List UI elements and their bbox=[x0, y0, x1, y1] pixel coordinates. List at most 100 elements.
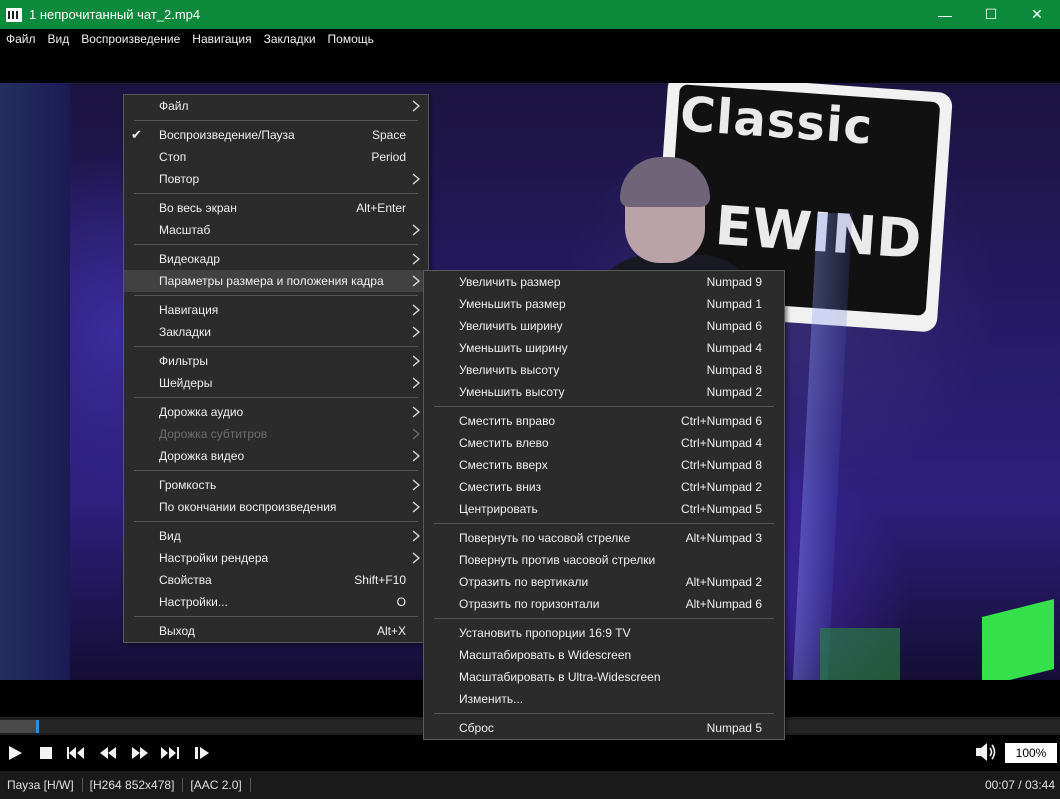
context-menu-item[interactable]: Навигация bbox=[124, 299, 428, 321]
submenu-item[interactable]: Установить пропорции 16:9 TV bbox=[424, 622, 784, 644]
minimize-button[interactable]: — bbox=[922, 0, 968, 29]
context-menu-separator bbox=[134, 244, 418, 245]
menu-navigation[interactable]: Навигация bbox=[186, 32, 257, 46]
context-menu-item[interactable]: Масштаб bbox=[124, 219, 428, 241]
context-menu-item[interactable]: Параметры размера и положения кадра bbox=[124, 270, 428, 292]
app-icon bbox=[6, 7, 22, 22]
context-menu-item[interactable]: Шейдеры bbox=[124, 372, 428, 394]
context-menu-item[interactable]: Дорожка видео bbox=[124, 445, 428, 467]
submenu-item[interactable]: Повернуть по часовой стрелке Alt+Numpad 3 bbox=[424, 527, 784, 549]
submenu-item[interactable]: Масштабировать в Widescreen bbox=[424, 644, 784, 666]
context-menu-item-label: Закладки bbox=[159, 325, 211, 339]
menu-file[interactable]: Файл bbox=[0, 32, 42, 46]
submenu-item-label: Повернуть против часовой стрелки bbox=[459, 553, 656, 567]
context-menu-item-shortcut: O bbox=[396, 595, 406, 609]
submenu-item-label: Центрировать bbox=[459, 502, 538, 516]
submenu-item[interactable]: Увеличить ширину Numpad 6 bbox=[424, 315, 784, 337]
previous-icon bbox=[67, 747, 84, 759]
submenu-item-label: Масштабировать в Ultra-Widescreen bbox=[459, 670, 661, 684]
context-menu-item[interactable]: Фильтры bbox=[124, 350, 428, 372]
submenu-arrow-icon bbox=[412, 253, 420, 265]
submenu-arrow-icon bbox=[412, 275, 420, 287]
submenu-item[interactable]: Сместить вниз Ctrl+Numpad 2 bbox=[424, 476, 784, 498]
menu-help[interactable]: Помощь bbox=[322, 32, 380, 46]
submenu-item[interactable]: Изменить... bbox=[424, 688, 784, 710]
submenu-arrow-icon bbox=[412, 100, 420, 112]
zoom-level[interactable]: 100% bbox=[1005, 743, 1057, 763]
context-menu-item[interactable]: Вид bbox=[124, 525, 428, 547]
context-menu-item[interactable]: Повтор bbox=[124, 168, 428, 190]
rewind-icon bbox=[100, 747, 116, 759]
submenu-item-label: Уменьшить ширину bbox=[459, 341, 568, 355]
frame-step-button[interactable] bbox=[192, 743, 212, 763]
submenu-item[interactable]: Повернуть против часовой стрелки bbox=[424, 549, 784, 571]
context-menu-item[interactable]: ✔ Воспроизведение/Пауза Space bbox=[124, 124, 428, 146]
status-time: 00:07 / 03:44 bbox=[984, 778, 1055, 792]
submenu-item-label: Установить пропорции 16:9 TV bbox=[459, 626, 631, 640]
next-icon bbox=[161, 747, 179, 759]
maximize-button[interactable]: ☐ bbox=[968, 0, 1014, 29]
stop-button[interactable] bbox=[36, 743, 56, 763]
fast-forward-button[interactable] bbox=[130, 743, 150, 763]
context-menu-item[interactable]: Настройки... O bbox=[124, 591, 428, 613]
next-button[interactable] bbox=[160, 743, 180, 763]
context-menu-item[interactable]: Дорожка аудио bbox=[124, 401, 428, 423]
submenu-arrow-icon bbox=[412, 355, 420, 367]
submenu-arrow-icon bbox=[412, 304, 420, 316]
submenu-item-shortcut: Ctrl+Numpad 8 bbox=[680, 458, 762, 472]
submenu-item-label: Уменьшить размер bbox=[459, 297, 566, 311]
play-button[interactable] bbox=[5, 743, 25, 763]
menu-view[interactable]: Вид bbox=[42, 32, 76, 46]
context-menu-separator bbox=[134, 616, 418, 617]
context-menu-item-label: Дорожка аудио bbox=[159, 405, 244, 419]
status-state: Пауза [H/W] bbox=[7, 778, 74, 792]
submenu-arrow-icon bbox=[412, 406, 420, 418]
context-menu-item-label: Настройки... bbox=[159, 595, 228, 609]
volume-icon[interactable] bbox=[974, 741, 998, 763]
context-menu-item[interactable]: Выход Alt+X bbox=[124, 620, 428, 642]
submenu-item-shortcut: Alt+Numpad 6 bbox=[685, 597, 762, 611]
submenu-item[interactable]: Сместить вправо Ctrl+Numpad 6 bbox=[424, 410, 784, 432]
submenu-item[interactable]: Центрировать Ctrl+Numpad 5 bbox=[424, 498, 784, 520]
submenu-item-label: Отразить по вертикали bbox=[459, 575, 589, 589]
submenu-item[interactable]: Увеличить высоту Numpad 8 bbox=[424, 359, 784, 381]
submenu-item-label: Масштабировать в Widescreen bbox=[459, 648, 632, 662]
submenu-item[interactable]: Сместить влево Ctrl+Numpad 4 bbox=[424, 432, 784, 454]
rewind-button[interactable] bbox=[98, 743, 118, 763]
context-menu-item[interactable]: По окончании воспроизведения bbox=[124, 496, 428, 518]
menu-playback[interactable]: Воспроизведение bbox=[75, 32, 186, 46]
submenu-item[interactable]: Увеличить размер Numpad 9 bbox=[424, 271, 784, 293]
context-menu-separator bbox=[134, 346, 418, 347]
context-menu-item-label: Параметры размера и положения кадра bbox=[159, 274, 384, 288]
context-menu-item[interactable]: Видеокадр bbox=[124, 248, 428, 270]
context-menu-item[interactable]: Свойства Shift+F10 bbox=[124, 569, 428, 591]
submenu-item-label: Увеличить размер bbox=[459, 275, 561, 289]
context-menu-item[interactable]: Стоп Period bbox=[124, 146, 428, 168]
context-menu-item-label: Фильтры bbox=[159, 354, 208, 368]
submenu-item[interactable]: Отразить по вертикали Alt+Numpad 2 bbox=[424, 571, 784, 593]
submenu-item[interactable]: Уменьшить высоту Numpad 2 bbox=[424, 381, 784, 403]
seek-handle[interactable] bbox=[36, 720, 39, 733]
submenu-item-shortcut: Ctrl+Numpad 2 bbox=[680, 480, 762, 494]
submenu-arrow-icon bbox=[412, 450, 420, 462]
menu-bookmarks[interactable]: Закладки bbox=[258, 32, 322, 46]
submenu-item[interactable]: Сместить вверх Ctrl+Numpad 8 bbox=[424, 454, 784, 476]
submenu-item[interactable]: Отразить по горизонтали Alt+Numpad 6 bbox=[424, 593, 784, 615]
context-menu-item[interactable]: Закладки bbox=[124, 321, 428, 343]
window-title: 1 непрочитанный чат_2.mp4 bbox=[29, 7, 201, 22]
submenu-item[interactable]: Уменьшить ширину Numpad 4 bbox=[424, 337, 784, 359]
context-menu-item[interactable]: Во весь экран Alt+Enter bbox=[124, 197, 428, 219]
submenu-arrow-icon bbox=[412, 479, 420, 491]
submenu-item[interactable]: Масштабировать в Ultra-Widescreen bbox=[424, 666, 784, 688]
context-menu-item[interactable]: Файл bbox=[124, 95, 428, 117]
context-menu-item[interactable]: Настройки рендера bbox=[124, 547, 428, 569]
submenu-item[interactable]: Уменьшить размер Numpad 1 bbox=[424, 293, 784, 315]
submenu-item-shortcut: Numpad 2 bbox=[706, 385, 762, 399]
close-button[interactable]: ✕ bbox=[1014, 0, 1060, 29]
context-menu-item-label: Повтор bbox=[159, 172, 200, 186]
submenu-item-label: Повернуть по часовой стрелке bbox=[459, 531, 631, 545]
context-menu-item[interactable]: Громкость bbox=[124, 474, 428, 496]
previous-button[interactable] bbox=[66, 743, 86, 763]
submenu-item[interactable]: Сброс Numpad 5 bbox=[424, 717, 784, 739]
status-separator bbox=[249, 778, 251, 792]
